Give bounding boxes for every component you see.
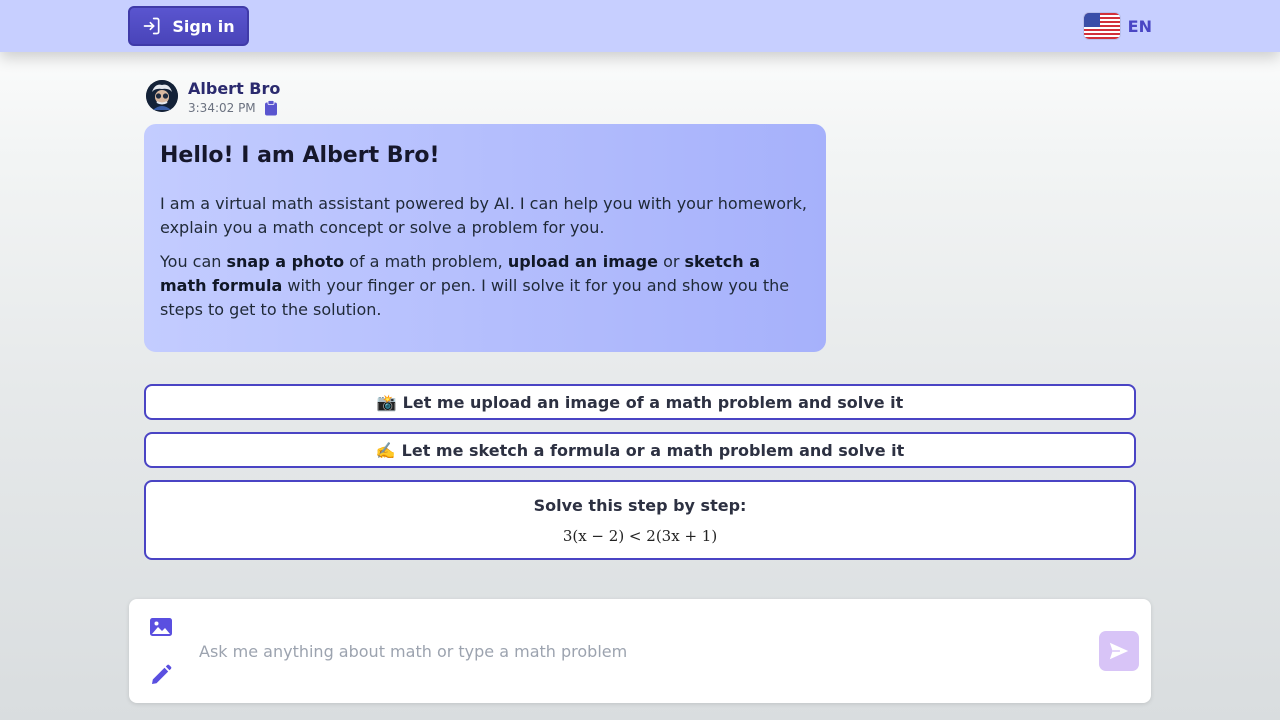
message-timestamp: 3:34:02 PM <box>188 101 256 115</box>
upload-image-option-button[interactable]: 📸 Let me upload an image of a math probl… <box>144 384 1136 420</box>
example-formula: 3(x − 2) < 2(3x + 1) <box>562 526 718 545</box>
us-flag-icon <box>1083 13 1120 39</box>
message-intro: I am a virtual math assistant powered by… <box>160 194 807 237</box>
send-button[interactable] <box>1099 631 1139 671</box>
message-title: Hello! I am Albert Bro! <box>160 143 440 168</box>
message-header: Albert Bro 3:34:02 PM <box>146 80 280 116</box>
send-icon <box>1109 642 1129 660</box>
example-problem-button[interactable]: Solve this step by step: 3(x − 2) < 2(3x… <box>144 480 1136 560</box>
author-name: Albert Bro <box>188 79 281 98</box>
sign-in-label: Sign in <box>172 16 235 36</box>
message-composer <box>129 599 1151 703</box>
sketch-formula-option-button[interactable]: ✍️ Let me sketch a formula or a math pro… <box>144 432 1136 468</box>
sketch-option-label: Let me sketch a formula or a math proble… <box>401 440 905 460</box>
sign-in-icon <box>144 17 160 35</box>
sign-in-button[interactable]: Sign in <box>128 6 249 46</box>
image-upload-icon[interactable] <box>149 615 173 639</box>
language-code: EN <box>1127 16 1152 36</box>
language-selector[interactable]: EN <box>1083 10 1152 42</box>
chat-input[interactable] <box>199 635 1079 667</box>
camera-icon: 📸 <box>376 392 397 412</box>
pencil-icon[interactable] <box>149 663 173 687</box>
top-bar: Sign in EN <box>0 0 1280 52</box>
assistant-message-bubble: Hello! I am Albert Bro! I am a virtual m… <box>144 124 826 352</box>
highlight-upload-image: upload an image <box>507 252 658 271</box>
writing-hand-icon: ✍️ <box>375 440 396 460</box>
upload-option-label: Let me upload an image of a math problem… <box>402 392 904 412</box>
highlight-snap-photo: snap a photo <box>226 252 345 271</box>
assistant-avatar <box>146 80 178 112</box>
clipboard-icon[interactable] <box>264 100 278 116</box>
message-body: You can snap a photo of a math problem, … <box>160 252 790 319</box>
example-problem-label: Solve this step by step: <box>533 495 747 515</box>
